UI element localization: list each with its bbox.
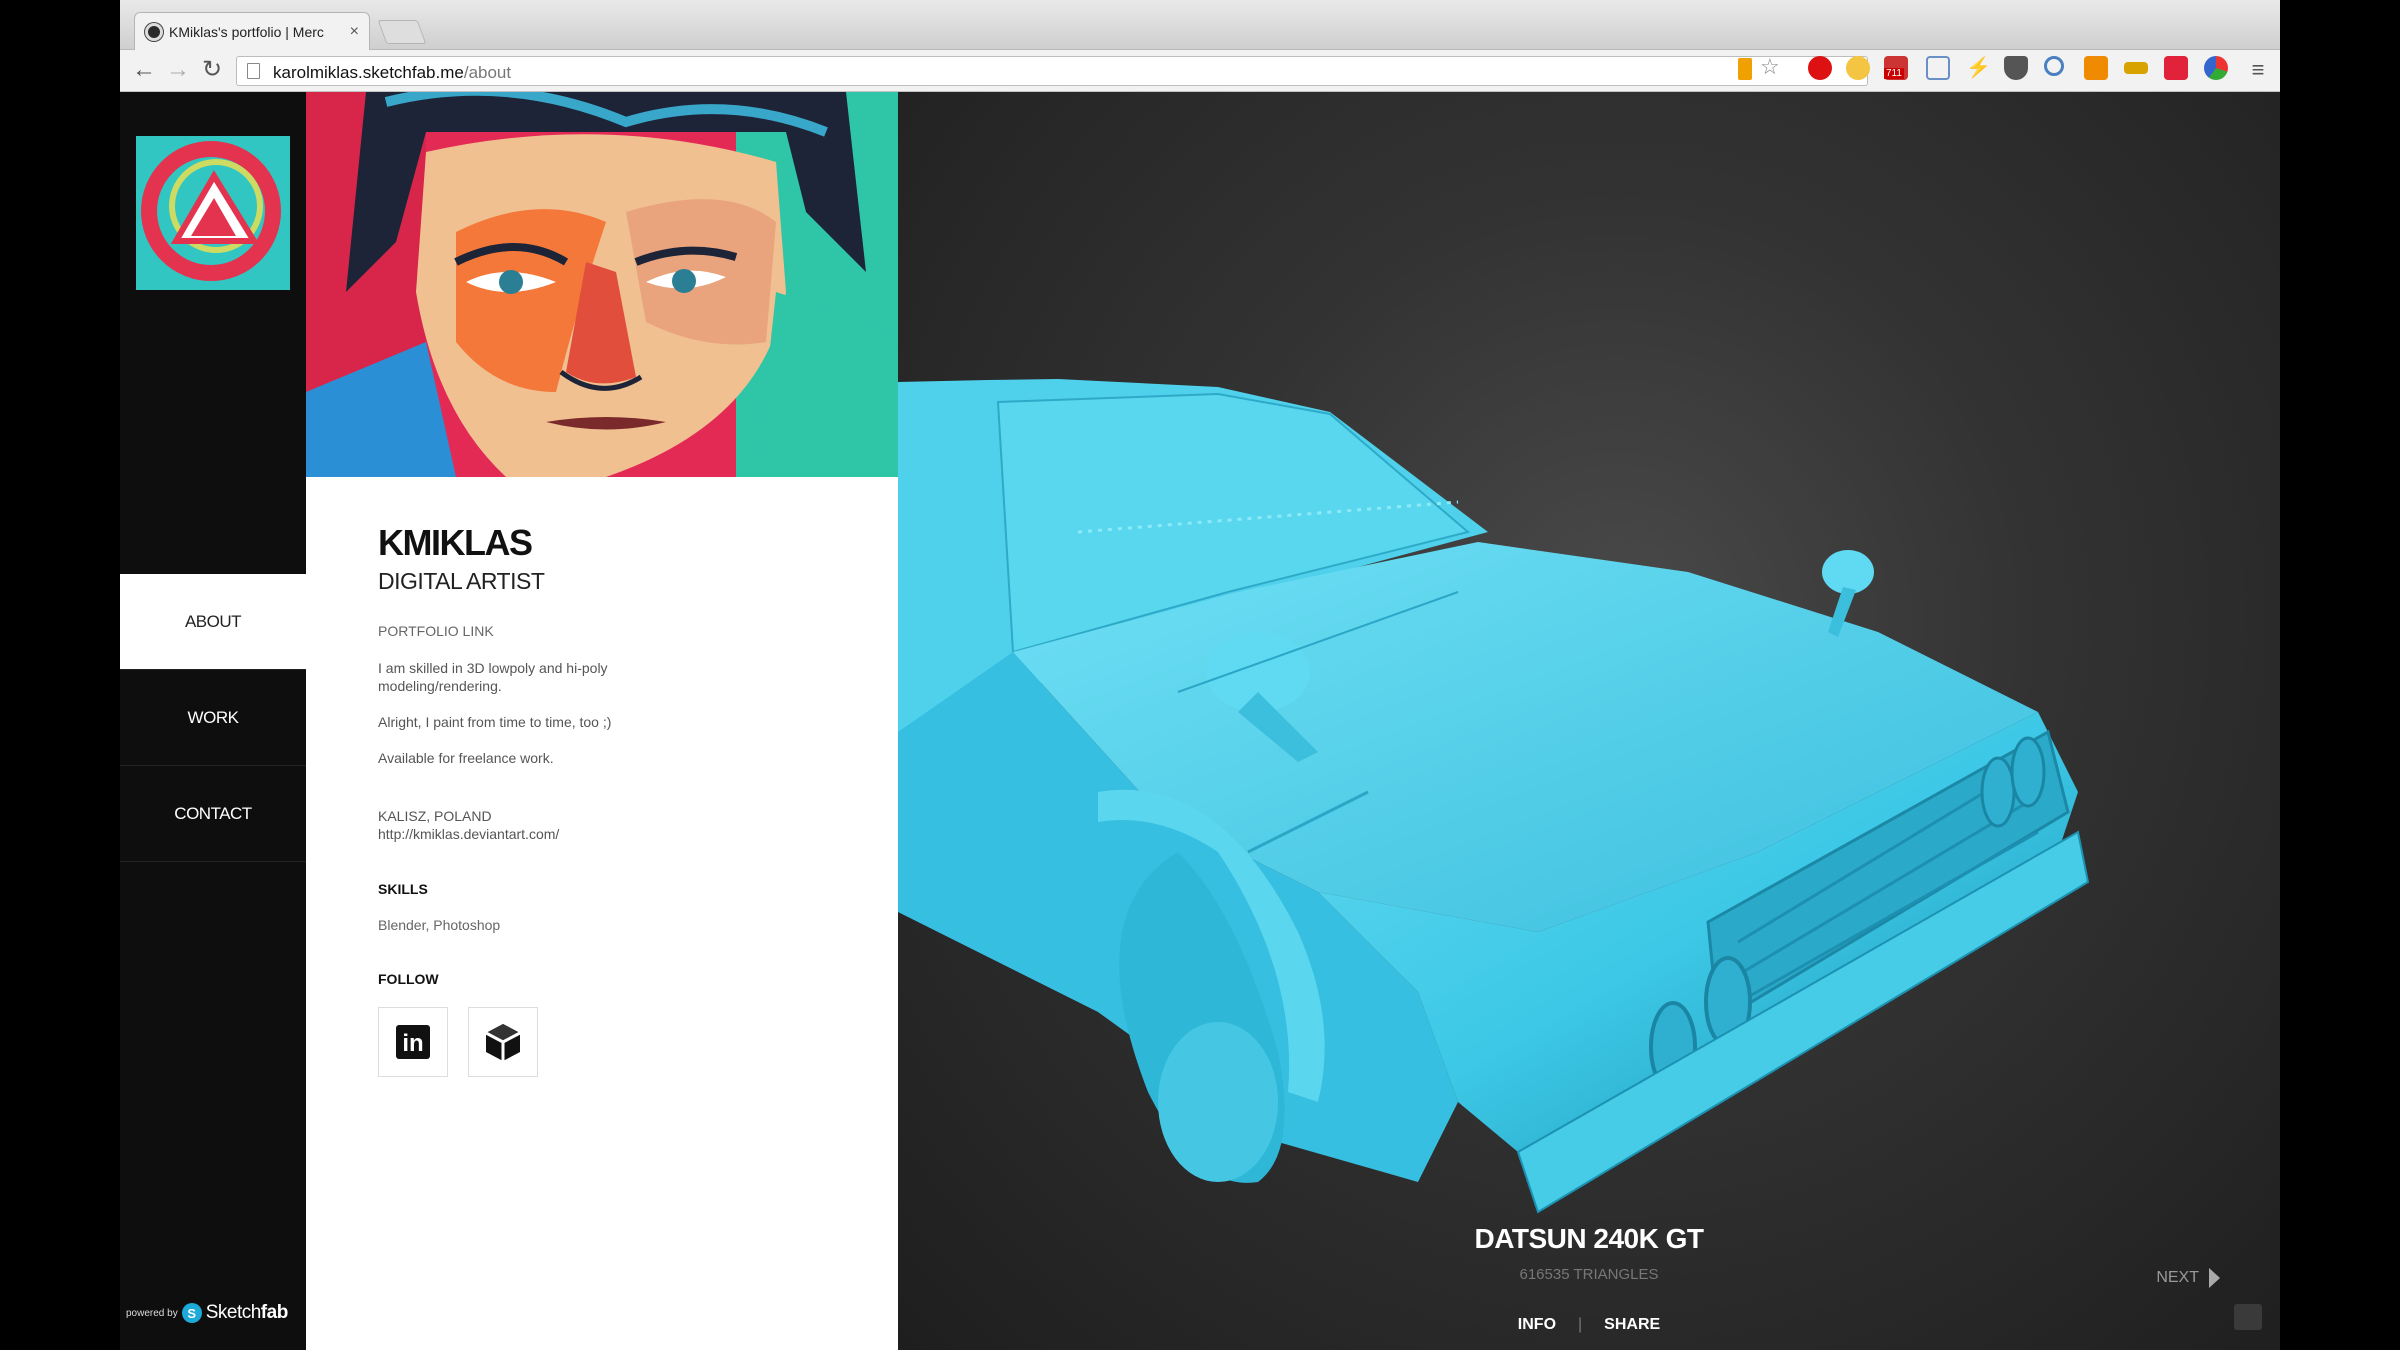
- website-link[interactable]: http://kmiklas.deviantart.com/: [378, 825, 858, 843]
- nav-contact[interactable]: CONTACT: [120, 766, 306, 862]
- skills-list: Blender, Photoshop: [378, 917, 501, 933]
- reload-button[interactable]: ↻: [198, 56, 226, 84]
- model-triangle-count: 616535 TRIANGLES: [1519, 1266, 1659, 1283]
- powered-by-sketchfab[interactable]: powered by S Sketchfab: [126, 1302, 288, 1324]
- menu-icon[interactable]: ≡: [2244, 56, 2272, 84]
- smiley-extension-icon[interactable]: [1846, 56, 1870, 80]
- calendar-extension-icon[interactable]: 711: [1884, 56, 1908, 80]
- next-label: NEXT: [2156, 1269, 2199, 1286]
- close-tab-icon[interactable]: ×: [350, 23, 359, 41]
- back-button[interactable]: ←: [130, 56, 158, 84]
- star-icon[interactable]: ☆: [1760, 56, 1784, 80]
- forward-button[interactable]: →: [164, 56, 192, 84]
- about-content: KMIKLAS DIGITAL ARTIST PORTFOLIO LINK I …: [378, 522, 858, 1077]
- powered-by-label: powered by: [126, 1307, 178, 1319]
- address-bar[interactable]: karolmiklas.sketchfab.me/about: [236, 56, 1868, 86]
- zoom-icon[interactable]: [2044, 56, 2064, 76]
- next-arrow-icon: [2209, 1268, 2220, 1288]
- screenshot-extension-icon[interactable]: [1926, 56, 1950, 80]
- profile-portrait: [306, 92, 898, 477]
- nav-work[interactable]: WORK: [120, 670, 306, 766]
- new-tab-button[interactable]: [377, 20, 427, 44]
- about-panel: KMIKLAS DIGITAL ARTIST PORTFOLIO LINK I …: [306, 92, 898, 1350]
- model-actions: INFO | SHARE: [898, 1316, 2280, 1334]
- sidebar: ABOUT WORK CONTACT powered by S Sketchfa…: [120, 92, 306, 1350]
- logo-artwork-icon: [136, 136, 290, 290]
- car-model[interactable]: [898, 92, 2280, 1350]
- nav-about[interactable]: ABOUT: [120, 574, 306, 670]
- cube-icon: [485, 1024, 521, 1061]
- page-icon: [247, 63, 260, 79]
- actions-separator: |: [1578, 1316, 1583, 1333]
- pocket-icon[interactable]: [2004, 56, 2028, 80]
- model-viewer[interactable]: DATSUN 240K GT 616535 TRIANGLES INFO | S…: [898, 92, 2280, 1350]
- tab-title: KMiklas's portfolio | Merc: [169, 23, 324, 40]
- bio-paragraph: I am skilled in 3D lowpoly and hi-poly m…: [378, 660, 608, 694]
- toolbar-extension-icon[interactable]: [2124, 62, 2148, 74]
- bio-paragraph: Available for freelance work.: [378, 750, 554, 766]
- chrome-extension-icon[interactable]: [2204, 56, 2228, 80]
- bio-paragraph: Alright, I paint from time to time, too …: [378, 714, 612, 730]
- browser-toolbar: ← → ↻ karolmiklas.sketchfab.me/about ☆ 7…: [120, 50, 2280, 92]
- ycombinator-icon[interactable]: [2084, 56, 2108, 80]
- flash-icon[interactable]: ⚡: [1966, 56, 1991, 80]
- follow-heading: FOLLOW: [378, 971, 439, 987]
- linkedin-button[interactable]: in: [378, 1007, 448, 1077]
- url-text: karolmiklas.sketchfab.me/about: [273, 63, 512, 82]
- portrait-artwork: [306, 92, 898, 477]
- profile-role: DIGITAL ARTIST: [378, 568, 545, 594]
- portfolio-site: DATSUN 240K GT 616535 TRIANGLES INFO | S…: [120, 92, 2280, 1350]
- skills-heading: SKILLS: [378, 881, 428, 897]
- bookmark-flag-icon[interactable]: [1738, 58, 1752, 80]
- model-title: DATSUN 240K GT: [1474, 1223, 1704, 1254]
- location-text: KALISZ, POLAND: [378, 808, 492, 824]
- portfolio-link[interactable]: PORTFOLIO LINK: [378, 623, 494, 639]
- sketchfab-wordmark: Sketchfab: [205, 1302, 289, 1323]
- sketchfab-follow-button[interactable]: [468, 1007, 538, 1077]
- profile-name: KMIKLAS: [378, 522, 533, 563]
- next-model-button[interactable]: NEXT: [2156, 1268, 2220, 1288]
- profile-logo[interactable]: [136, 136, 290, 290]
- info-link[interactable]: INFO: [1518, 1316, 1556, 1334]
- opera-extension-icon[interactable]: [1808, 56, 1832, 80]
- lastpass-extension-icon[interactable]: [2164, 56, 2188, 80]
- follow-buttons: in: [378, 1007, 858, 1077]
- location-block: KALISZ, POLAND http://kmiklas.deviantart…: [378, 807, 858, 843]
- fullscreen-icon[interactable]: [2234, 1304, 2262, 1330]
- sketchfab-logo-icon: S: [181, 1303, 202, 1323]
- browser-tab[interactable]: KMiklas's portfolio | Merc ×: [134, 12, 370, 50]
- share-link[interactable]: SHARE: [1604, 1316, 1660, 1334]
- favicon-icon: [145, 22, 163, 41]
- extension-badge: 711: [1884, 68, 1904, 79]
- tab-bar: KMiklas's portfolio | Merc ×: [120, 0, 2280, 50]
- browser-window: KMiklas's portfolio | Merc × ← → ↻ karol…: [120, 0, 2280, 1350]
- linkedin-icon: in: [396, 1025, 430, 1059]
